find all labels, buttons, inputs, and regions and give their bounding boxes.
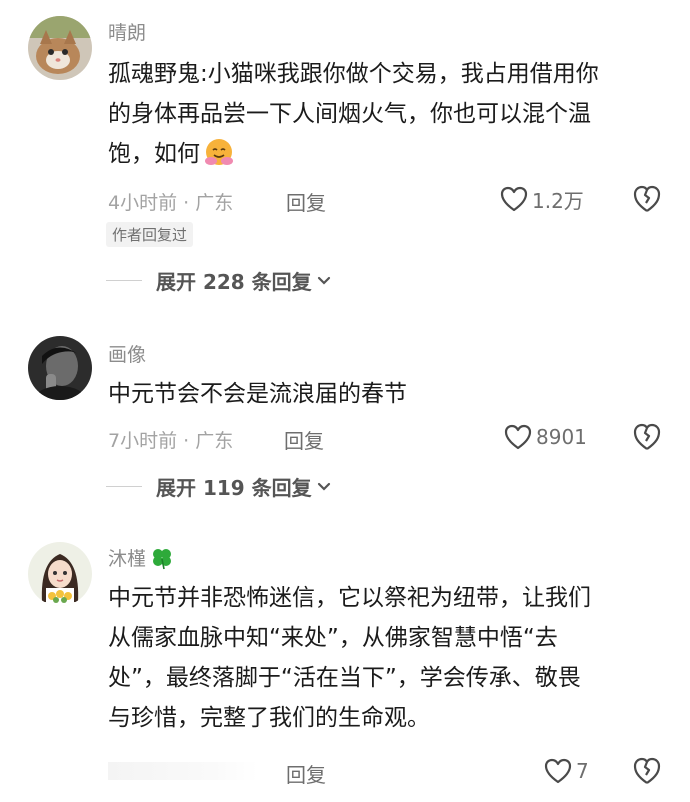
comment-text: 中元节并非恐怖迷信，它以祭祀为纽带，让我们 从儒家血脉中知“来处”，从佛家智慧中… — [108, 578, 668, 738]
reply-button[interactable]: 回复 — [286, 759, 326, 788]
comment-line: 的身体再品尝一下人间烟火气，你也可以混个温 — [108, 101, 591, 127]
chevron-down-icon — [317, 482, 330, 491]
heart-icon — [500, 186, 528, 212]
comment-text: 中元节会不会是流浪届的春节 — [108, 374, 668, 414]
like-button[interactable]: 1.2万 — [500, 184, 584, 214]
comment-3: 沐槿 中元节并非恐怖迷信，它以祭祀为纽带，让我们 从儒家血脉中知“来处”，从佛家… — [0, 530, 690, 802]
broken-heart-icon[interactable] — [632, 184, 662, 214]
four-leaf-clover-icon — [153, 548, 172, 569]
blurred-meta — [108, 762, 258, 780]
expand-replies-label: 展开 119 条回复 — [156, 476, 312, 500]
comment-meta: 7小时前 · 广东 — [108, 430, 234, 452]
reply-button[interactable]: 回复 — [284, 425, 324, 454]
comment-line: 处”，最终落脚于“活在当下”，学会传承、敬畏 — [108, 665, 581, 691]
author-replied-tag: 作者回复过 — [106, 222, 194, 247]
username[interactable]: 沐槿 — [108, 544, 146, 571]
username-row: 沐槿 — [108, 544, 174, 571]
heart-icon — [504, 424, 532, 450]
expand-replies-button[interactable]: 展开 119 条回复 — [106, 472, 332, 501]
like-count: 8901 — [536, 425, 587, 449]
expand-replies-label: 展开 228 条回复 — [156, 270, 312, 294]
comment-line: 中元节会不会是流浪届的春节 — [108, 381, 407, 407]
comment-line: 与珍惜，完整了我们的生命观。 — [108, 705, 430, 731]
like-count: 1.2万 — [532, 188, 584, 213]
comment-meta: 4小时前 · 广东 — [108, 192, 234, 214]
comment-line: 孤魂野鬼:小猫咪我跟你做个交易，我占用借用你 — [108, 61, 599, 87]
username[interactable]: 画像 — [108, 340, 146, 367]
comment-line-text: 饱，如何 — [108, 141, 200, 167]
reply-button[interactable]: 回复 — [286, 187, 326, 216]
like-button[interactable]: 7 — [544, 756, 589, 786]
comment-text: 孤魂野鬼:小猫咪我跟你做个交易，我占用借用你 的身体再品尝一下人间烟火气，你也可… — [108, 54, 668, 180]
broken-heart-icon[interactable] — [632, 422, 662, 452]
divider — [106, 280, 142, 281]
comment-line: 从儒家血脉中知“来处”，从佛家智慧中悟“去 — [108, 625, 558, 651]
expand-replies-button[interactable]: 展开 228 条回复 — [106, 266, 332, 295]
like-button[interactable]: 8901 — [504, 422, 587, 452]
username[interactable]: 晴朗 — [108, 18, 146, 45]
comment-1: 晴朗 孤魂野鬼:小猫咪我跟你做个交易，我占用借用你 的身体再品尝一下人间烟火气，… — [0, 0, 690, 310]
chevron-down-icon — [317, 276, 330, 285]
hugging-face-emoji — [204, 137, 234, 180]
heart-icon — [544, 758, 572, 784]
avatar[interactable] — [28, 16, 92, 80]
comment-2: 画像 中元节会不会是流浪届的春节 7小时前 · 广东 回复 8901 展开 11… — [0, 310, 690, 530]
avatar[interactable] — [28, 542, 92, 606]
divider — [106, 486, 142, 487]
avatar[interactable] — [28, 336, 92, 400]
comment-line: 中元节并非恐怖迷信，它以祭祀为纽带，让我们 — [108, 585, 591, 611]
like-count: 7 — [576, 759, 589, 783]
comment-line: 饱，如何 — [108, 134, 668, 180]
broken-heart-icon[interactable] — [632, 756, 662, 786]
